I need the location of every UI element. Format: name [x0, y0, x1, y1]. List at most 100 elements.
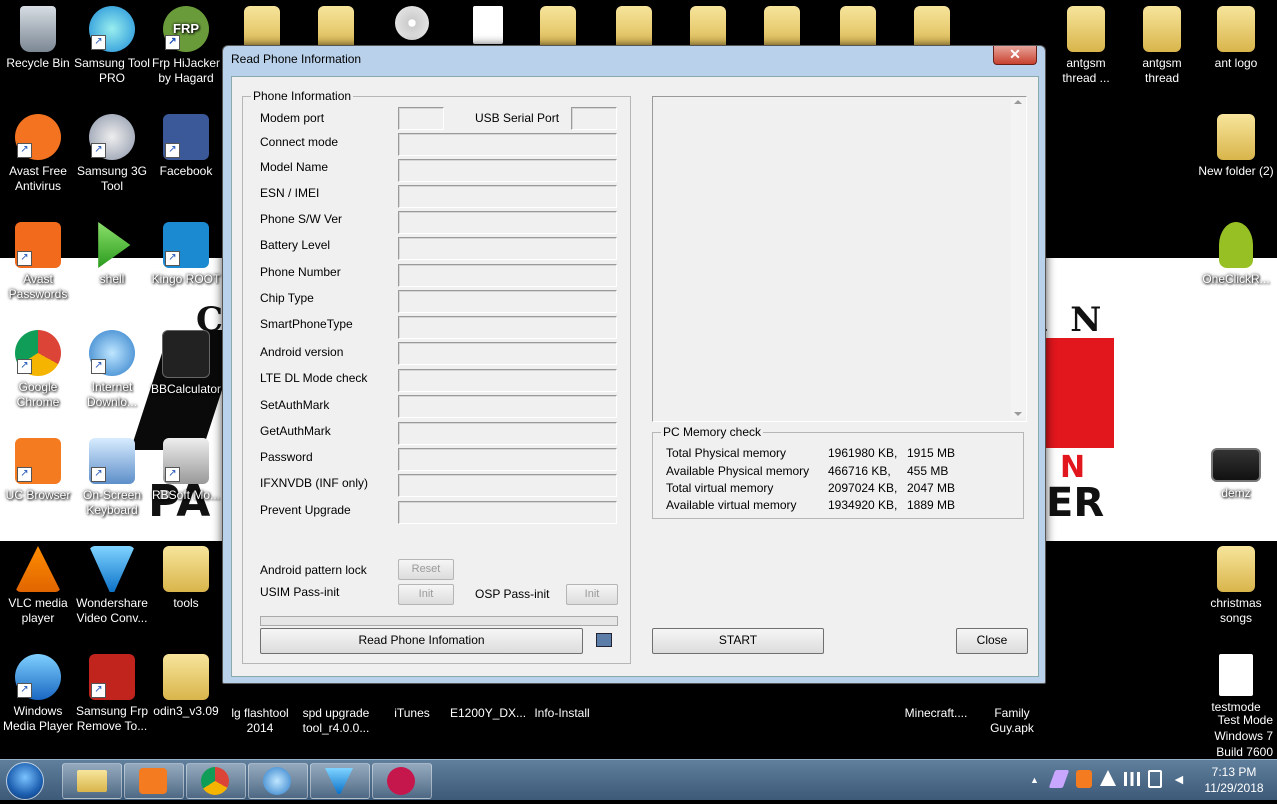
- reset-pattern-button[interactable]: Reset: [398, 559, 454, 580]
- desktop-icon-odin3[interactable]: odin3_v3.09: [148, 654, 224, 719]
- desktop-icon-bbcalculator[interactable]: BBCalculator: [148, 330, 224, 397]
- clock[interactable]: 7:13 PM 11/29/2018: [1196, 764, 1272, 804]
- desktop-icon-google-chrome[interactable]: ↗ Google Chrome: [0, 330, 76, 410]
- taskbar-wondershare[interactable]: [310, 763, 370, 799]
- signal-bars-icon[interactable]: [1124, 772, 1140, 786]
- password-field[interactable]: [398, 448, 617, 471]
- chrome-icon: [201, 767, 229, 795]
- usim-init-button[interactable]: Init: [398, 584, 454, 605]
- field-label: GetAuthMark: [260, 424, 331, 438]
- desktop-icon-frp-hijacker[interactable]: FRP ↗ Frp HiJacker by Hagard: [148, 6, 224, 86]
- usb-serial-port-field[interactable]: [571, 107, 617, 130]
- desktop-icon-wondershare[interactable]: Wondershare Video Conv...: [74, 546, 150, 626]
- usim-pass-init-label: USIM Pass-init: [260, 585, 340, 599]
- desktop-icon-christmas-songs[interactable]: christmas songs: [1198, 546, 1274, 626]
- get-auth-mark-field[interactable]: [398, 422, 617, 445]
- icon-label: OneClickR...: [1202, 272, 1270, 286]
- desktop-icon-ant-logo[interactable]: ant logo: [1198, 6, 1274, 71]
- desktop-icon-facebook[interactable]: ↗ Facebook: [148, 114, 224, 179]
- memory-label: Total Physical memory: [666, 446, 787, 460]
- android-version-field[interactable]: [398, 342, 617, 365]
- set-auth-mark-field[interactable]: [398, 395, 617, 418]
- icon-label: ant logo: [1214, 56, 1258, 70]
- desktop-icon-testmode[interactable]: testmode: [1198, 654, 1274, 715]
- desktop-icon-family-guy[interactable]: Family Guy.apk: [974, 682, 1050, 736]
- desktop-icon-internet-download-manager[interactable]: ↗ Internet Downlo...: [74, 330, 150, 410]
- desktop-icon-avast-passwords[interactable]: ↗ Avast Passwords: [0, 222, 76, 302]
- ifxnvdb-field[interactable]: [398, 474, 617, 497]
- facebook-icon: ↗: [163, 114, 209, 160]
- battery-level-field[interactable]: [398, 237, 617, 260]
- clock-time: 7:13 PM: [1211, 765, 1257, 779]
- taskbar-chrome[interactable]: [186, 763, 246, 799]
- desktop-icon-rbsoft[interactable]: ↗ RBSoft Mo...: [148, 438, 224, 503]
- chip-type-field[interactable]: [398, 290, 617, 313]
- taskbar-uc-browser[interactable]: [124, 763, 184, 799]
- smartphone-type-field[interactable]: [398, 316, 617, 339]
- scroll-up-arrow-icon[interactable]: [1014, 100, 1022, 104]
- desktop-icon-info-install[interactable]: Info-Install: [524, 682, 600, 721]
- desktop-icon-itunes[interactable]: iTunes: [374, 682, 450, 721]
- action-center-flag-icon[interactable]: [1100, 770, 1116, 786]
- desktop-icon-tools[interactable]: tools: [148, 546, 224, 611]
- show-hidden-icons[interactable]: ▲: [1030, 772, 1039, 788]
- read-phone-information-button[interactable]: Read Phone Infomation: [260, 628, 583, 654]
- desktop-icon-e1200y[interactable]: E1200Y_DX...: [450, 682, 526, 721]
- lte-dl-mode-field[interactable]: [398, 369, 617, 392]
- desktop-icon-samsung-tool-pro[interactable]: ↗ Samsung Tool PRO: [74, 6, 150, 86]
- desktop-icon-antgsm-thread-2[interactable]: antgsm thread: [1124, 6, 1200, 86]
- esn-imei-field[interactable]: [398, 185, 617, 208]
- osp-init-button[interactable]: Init: [566, 584, 618, 605]
- volume-speaker-icon[interactable]: ◄: [1172, 771, 1188, 787]
- desktop-icon-oneclickroot[interactable]: OneClickR...: [1198, 222, 1274, 287]
- keyboard-icon: ↗: [89, 438, 135, 484]
- scroll-down-arrow-icon[interactable]: [1014, 412, 1022, 416]
- desktop-icon-minecraft[interactable]: Minecraft....: [898, 682, 974, 721]
- taskbar-explorer[interactable]: [62, 763, 122, 799]
- desktop-icon-kingo-root[interactable]: ↗ Kingo ROOT: [148, 222, 224, 287]
- desktop-icon-new-folder-2[interactable]: New folder (2): [1198, 114, 1274, 179]
- desktop-icon-windows-media-player[interactable]: ↗ Windows Media Player: [0, 654, 76, 734]
- power-plug-icon[interactable]: [1148, 770, 1162, 788]
- close-button[interactable]: Close: [956, 628, 1028, 654]
- log-output-area[interactable]: [652, 96, 1027, 422]
- icon-label: antgsm thread: [1142, 56, 1182, 85]
- taskbar-lg[interactable]: [372, 763, 432, 799]
- start-button[interactable]: START: [652, 628, 824, 654]
- window-close-button[interactable]: ✕: [993, 46, 1037, 65]
- phone-sw-ver-field[interactable]: [398, 211, 617, 234]
- icon-label: BBCalculator: [150, 382, 222, 396]
- desktop-icon-samsung-frp-remove[interactable]: ↗ Samsung Frp Remove To...: [74, 654, 150, 734]
- log-scrollbar[interactable]: [1011, 98, 1025, 418]
- memory-mb-value: 1889 MB: [907, 498, 956, 512]
- desktop-icon-vlc[interactable]: VLC media player: [0, 546, 76, 626]
- desktop-icon-recycle-bin[interactable]: Recycle Bin: [0, 6, 76, 71]
- desktop-icon-lg-flashtool[interactable]: lg flashtool 2014: [222, 682, 298, 736]
- taskbar: ▲ ◄ 7:13 PM 11/29/2018: [0, 759, 1277, 800]
- desktop-icon-on-screen-keyboard[interactable]: ↗ On-Screen Keyboard: [74, 438, 150, 518]
- desktop-icon-file[interactable]: [450, 6, 526, 48]
- taskbar-idm[interactable]: [248, 763, 308, 799]
- field-label: Phone Number: [260, 265, 341, 279]
- model-name-field[interactable]: [398, 159, 617, 182]
- desktop-icon-spd-upgrade[interactable]: spd upgrade tool_r4.0.0...: [298, 682, 374, 736]
- desktop-icon-demz[interactable]: demz: [1198, 448, 1274, 501]
- start-button-windows-icon[interactable]: [6, 762, 44, 800]
- desktop-icon-shell[interactable]: shell: [74, 222, 150, 287]
- desktop-icon-uc-browser[interactable]: ↗ UC Browser: [0, 438, 76, 503]
- desktop-icon-avast-antivirus[interactable]: ↗ Avast Free Antivirus: [0, 114, 76, 194]
- phone-number-field[interactable]: [398, 264, 617, 287]
- desktop-icon-disc[interactable]: [374, 6, 450, 44]
- icon-label: Facebook: [159, 164, 213, 178]
- wallpaper-red-shape: [1046, 338, 1114, 448]
- icon-label: demz: [1221, 486, 1251, 500]
- field-label: ESN / IMEI: [260, 186, 320, 200]
- prevent-upgrade-field[interactable]: [398, 501, 617, 524]
- pen-tray-icon[interactable]: [1048, 770, 1070, 788]
- modem-port-field[interactable]: [398, 107, 444, 130]
- desktop-icon-antgsm-thread-1[interactable]: antgsm thread ...: [1048, 6, 1124, 86]
- computer-icon[interactable]: [596, 633, 612, 647]
- connect-mode-field[interactable]: [398, 133, 617, 156]
- desktop-icon-samsung-3g-tool[interactable]: ↗ Samsung 3G Tool: [74, 114, 150, 194]
- uc-tray-icon[interactable]: [1076, 770, 1092, 788]
